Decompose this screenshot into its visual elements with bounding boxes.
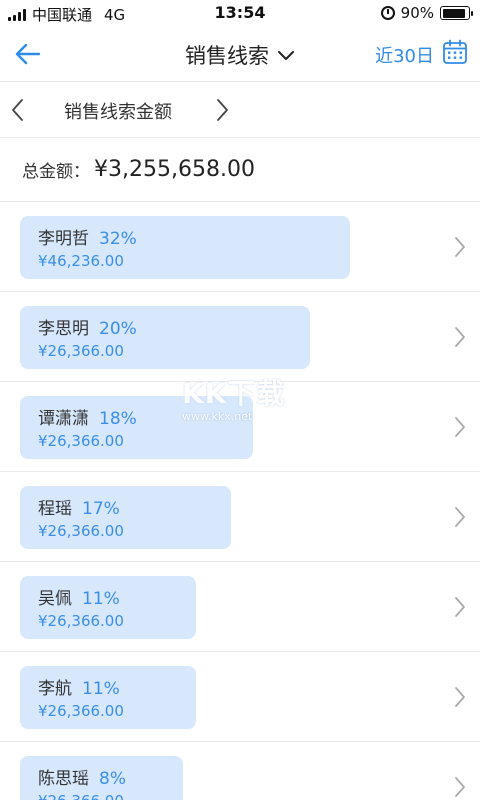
chevron-right-icon[interactable] xyxy=(212,98,232,122)
amount-value: ¥26,366.00 xyxy=(38,792,124,800)
battery-percent: 90% xyxy=(400,4,434,22)
amount-value: ¥26,366.00 xyxy=(38,522,124,540)
chevron-right-icon[interactable] xyxy=(452,325,468,349)
list-item[interactable]: 程瑶 17% ¥26,366.00 xyxy=(0,472,480,562)
chevron-left-icon[interactable] xyxy=(8,98,28,122)
share-percent: 17% xyxy=(82,499,120,519)
metric-switcher: 销售线索金额 xyxy=(0,82,480,138)
salesperson-name-line: 程瑶 17% xyxy=(38,494,120,519)
page-title: 销售线索 xyxy=(185,44,269,68)
salesperson-name: 李思明 xyxy=(38,319,89,339)
alarm-icon xyxy=(380,6,395,20)
chevron-right-icon[interactable] xyxy=(452,505,468,529)
salesperson-name-line: 吴佩 11% xyxy=(38,584,120,609)
salesperson-name: 程瑶 xyxy=(38,499,72,519)
chevron-down-icon xyxy=(278,51,294,60)
list-item[interactable]: 谭潇潇 18% ¥26,366.00 xyxy=(0,382,480,472)
share-percent: 20% xyxy=(99,319,137,339)
total-value: ¥3,255,658.00 xyxy=(94,157,255,182)
date-range-button[interactable]: 近30日 xyxy=(375,42,434,68)
list-item[interactable]: 陈思瑶 8% ¥26,366.00 xyxy=(0,742,480,800)
list-item[interactable]: 李航 11% ¥26,366.00 xyxy=(0,652,480,742)
status-bar: 中国联通 4G 13:54 90% xyxy=(0,0,480,26)
chevron-right-icon[interactable] xyxy=(452,685,468,709)
list-item[interactable]: 吴佩 11% ¥26,366.00 xyxy=(0,562,480,652)
salesperson-name-line: 陈思瑶 8% xyxy=(38,764,126,789)
calendar-icon[interactable] xyxy=(442,39,468,65)
salesperson-list: 李明哲 32% ¥46,236.00 李思明 20% ¥26,366.00 谭潇潇 18% ¥2… xyxy=(0,202,480,800)
share-percent: 8% xyxy=(99,769,126,789)
salesperson-name-line: 李航 11% xyxy=(38,674,120,699)
salesperson-name: 吴佩 xyxy=(38,589,72,609)
share-percent: 18% xyxy=(99,409,137,429)
chevron-right-icon[interactable] xyxy=(452,415,468,439)
list-item[interactable]: 李思明 20% ¥26,366.00 xyxy=(0,292,480,382)
chevron-right-icon[interactable] xyxy=(452,775,468,799)
salesperson-name-line: 谭潇潇 18% xyxy=(38,404,137,429)
chevron-right-icon[interactable] xyxy=(452,595,468,619)
total-amount-row: 总金额： ¥3,255,658.00 xyxy=(0,138,480,202)
share-percent: 32% xyxy=(99,229,137,249)
salesperson-name: 陈思瑶 xyxy=(38,769,89,789)
status-right: 90% xyxy=(380,4,473,22)
total-label: 总金额： xyxy=(22,162,90,182)
amount-value: ¥26,366.00 xyxy=(38,342,124,360)
salesperson-name-line: 李思明 20% xyxy=(38,314,137,339)
nav-bar: 销售线索 近30日 xyxy=(0,26,480,82)
amount-value: ¥46,236.00 xyxy=(38,252,124,270)
list-item[interactable]: 李明哲 32% ¥46,236.00 xyxy=(0,202,480,292)
salesperson-name: 李航 xyxy=(38,679,72,699)
share-percent: 11% xyxy=(82,679,120,699)
amount-value: ¥26,366.00 xyxy=(38,432,124,450)
metric-title: 销售线索金额 xyxy=(64,102,172,123)
salesperson-name-line: 李明哲 32% xyxy=(38,224,137,249)
share-percent: 11% xyxy=(82,589,120,609)
chevron-right-icon[interactable] xyxy=(452,235,468,259)
salesperson-name: 李明哲 xyxy=(38,229,89,249)
amount-value: ¥26,366.00 xyxy=(38,702,124,720)
amount-value: ¥26,366.00 xyxy=(38,612,124,630)
battery-icon xyxy=(440,6,473,20)
salesperson-name: 谭潇潇 xyxy=(38,409,89,429)
